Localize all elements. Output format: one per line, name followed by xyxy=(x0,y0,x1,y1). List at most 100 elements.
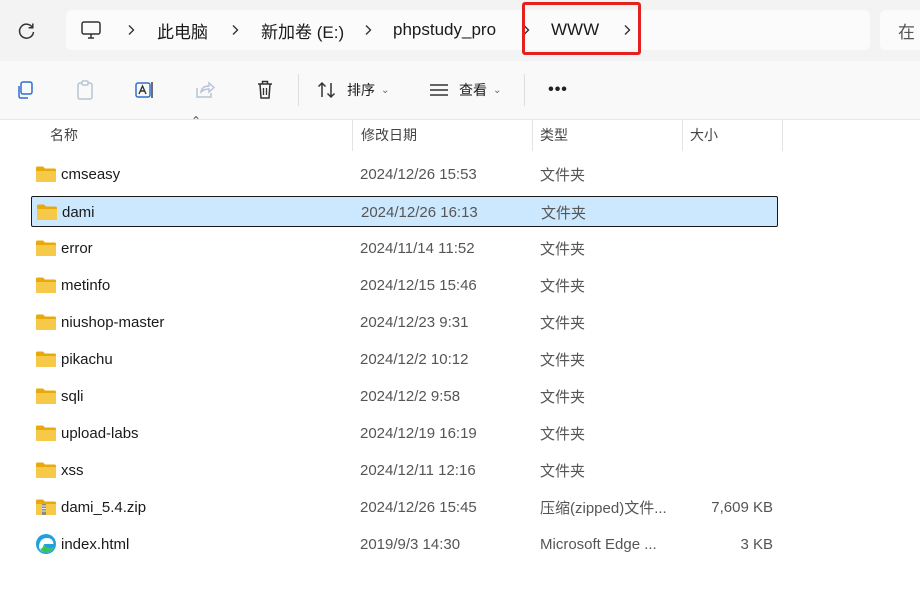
chevron-right-icon[interactable] xyxy=(227,10,243,50)
edge-icon xyxy=(35,533,57,554)
folder-icon xyxy=(35,387,57,405)
folder-icon xyxy=(35,276,57,294)
address-bar[interactable]: 此电脑 新加卷 (E:) phpstudy_pro WWW xyxy=(66,10,870,50)
chevron-down-icon: ⌄ xyxy=(493,84,502,96)
trash-icon xyxy=(258,80,272,99)
file-size: 3 KB xyxy=(740,536,773,553)
copy-icon xyxy=(18,81,33,99)
file-date: 2024/12/15 15:46 xyxy=(360,277,477,294)
file-row[interactable]: upload-labs 2024/12/19 16:19 文件夹 xyxy=(31,418,778,449)
copy-button[interactable] xyxy=(10,61,40,119)
breadcrumb-volume-e[interactable]: 新加卷 (E:) xyxy=(261,10,344,50)
search-placeholder: 在 xyxy=(898,22,915,42)
file-type: 文件夹 xyxy=(540,463,586,480)
sort-button[interactable]: 排序 ⌄ xyxy=(316,61,396,119)
file-date: 2024/12/11 12:16 xyxy=(360,462,476,479)
file-date: 2024/11/14 11:52 xyxy=(360,240,475,257)
file-name: dami_5.4.zip xyxy=(61,499,147,516)
view-list-icon xyxy=(430,84,448,96)
view-label: 查看 xyxy=(459,82,487,98)
file-date: 2024/12/26 15:53 xyxy=(360,166,477,183)
file-type: 文件夹 xyxy=(540,352,586,369)
share-icon xyxy=(196,81,216,98)
file-name: sqli xyxy=(61,388,84,405)
file-name: metinfo xyxy=(61,277,111,294)
share-button[interactable] xyxy=(190,61,220,119)
file-row[interactable]: sqli 2024/12/2 9:58 文件夹 xyxy=(31,381,778,412)
computer-crumb-button[interactable] xyxy=(80,10,102,50)
chevron-down-icon: ⌄ xyxy=(381,84,390,96)
file-date: 2024/12/23 9:31 xyxy=(360,314,469,331)
file-row[interactable]: index.html 2019/9/3 14:30 Microsoft Edge .… xyxy=(31,529,778,560)
file-name: xss xyxy=(61,462,84,479)
file-name: niushop-master xyxy=(61,314,165,331)
file-row[interactable]: xss 2024/12/11 12:16 文件夹 xyxy=(31,455,778,486)
file-date: 2024/12/2 9:58 xyxy=(360,388,461,405)
file-row[interactable]: metinfo 2024/12/15 15:46 文件夹 xyxy=(31,270,778,301)
file-name: upload-labs xyxy=(61,425,139,442)
paste-button[interactable] xyxy=(70,61,100,119)
address-bar-area: 此电脑 新加卷 (E:) phpstudy_pro WWW 在 xyxy=(0,0,920,61)
file-name: error xyxy=(61,240,93,257)
refresh-button[interactable] xyxy=(14,18,40,44)
file-row[interactable]: niushop-master 2024/12/23 9:31 文件夹 xyxy=(31,307,778,338)
column-divider[interactable] xyxy=(532,119,533,151)
column-header-name[interactable]: 名称 xyxy=(50,119,78,151)
highlight-annotation-box xyxy=(522,2,641,55)
file-date: 2024/12/26 16:13 xyxy=(361,204,478,221)
refresh-icon xyxy=(18,23,35,39)
folder-icon xyxy=(35,461,57,479)
folder-icon xyxy=(35,350,57,368)
breadcrumb-phpstudy-pro[interactable]: phpstudy_pro xyxy=(393,10,496,50)
folder-icon xyxy=(35,239,57,257)
column-header-date[interactable]: 修改日期 xyxy=(361,119,417,151)
column-divider[interactable] xyxy=(682,119,683,151)
file-row[interactable]: cmseasy 2024/12/26 15:53 文件夹 xyxy=(31,159,778,190)
breadcrumb-this-pc[interactable]: 此电脑 xyxy=(157,10,208,50)
column-header-size[interactable]: 大小 xyxy=(690,119,718,151)
rename-button[interactable] xyxy=(130,61,160,119)
zip-folder-icon xyxy=(35,498,57,516)
file-date: 2019/9/3 14:30 xyxy=(360,536,461,553)
folder-icon xyxy=(35,313,57,331)
file-type: 压缩(zipped)文件... xyxy=(540,500,667,517)
file-row[interactable]: dami_5.4.zip 2024/12/26 15:45 压缩(zipped)文件… xyxy=(31,492,778,523)
file-name: cmseasy xyxy=(61,166,121,183)
file-row[interactable]: pikachu 2024/12/2 10:12 文件夹 xyxy=(31,344,778,375)
sort-icon xyxy=(317,81,336,99)
file-type: 文件夹 xyxy=(540,167,586,184)
sort-ascending-icon: ⌃ xyxy=(191,114,202,128)
clipboard-icon xyxy=(77,80,93,100)
column-divider[interactable] xyxy=(782,119,783,151)
file-name: index.html xyxy=(61,536,130,553)
sort-label: 排序 xyxy=(347,82,375,98)
more-options-button[interactable]: ••• xyxy=(540,61,576,119)
chevron-right-icon[interactable] xyxy=(360,10,376,50)
file-type: 文件夹 xyxy=(540,278,586,295)
file-name: pikachu xyxy=(61,351,113,368)
file-row[interactable]: error 2024/11/14 11:52 文件夹 xyxy=(31,233,778,264)
file-row[interactable]: dami 2024/12/26 16:13 文件夹 xyxy=(31,196,778,227)
delete-button[interactable] xyxy=(250,61,280,119)
file-size: 7,609 KB xyxy=(711,499,773,516)
column-header-type[interactable]: 类型 xyxy=(540,119,568,151)
more-options-icon: ••• xyxy=(548,81,568,98)
monitor-icon xyxy=(81,21,101,39)
column-divider[interactable] xyxy=(352,119,353,151)
file-type: 文件夹 xyxy=(540,389,586,406)
file-date: 2024/12/26 15:45 xyxy=(360,499,477,516)
file-date: 2024/12/19 16:19 xyxy=(360,425,477,442)
view-button[interactable]: 查看 ⌄ xyxy=(428,61,510,119)
file-type: 文件夹 xyxy=(540,315,586,332)
command-toolbar: 排序 ⌄ 查看 ⌄ ••• xyxy=(0,61,920,120)
file-type: 文件夹 xyxy=(540,241,586,258)
toolbar-separator xyxy=(298,74,299,106)
folder-icon xyxy=(35,165,57,183)
folder-icon xyxy=(35,424,57,442)
toolbar-separator xyxy=(524,74,525,106)
search-input[interactable]: 在 xyxy=(880,10,920,50)
file-type: 文件夹 xyxy=(541,205,587,222)
chevron-right-icon[interactable] xyxy=(123,10,139,50)
folder-icon xyxy=(36,203,58,221)
rename-icon xyxy=(135,82,153,98)
